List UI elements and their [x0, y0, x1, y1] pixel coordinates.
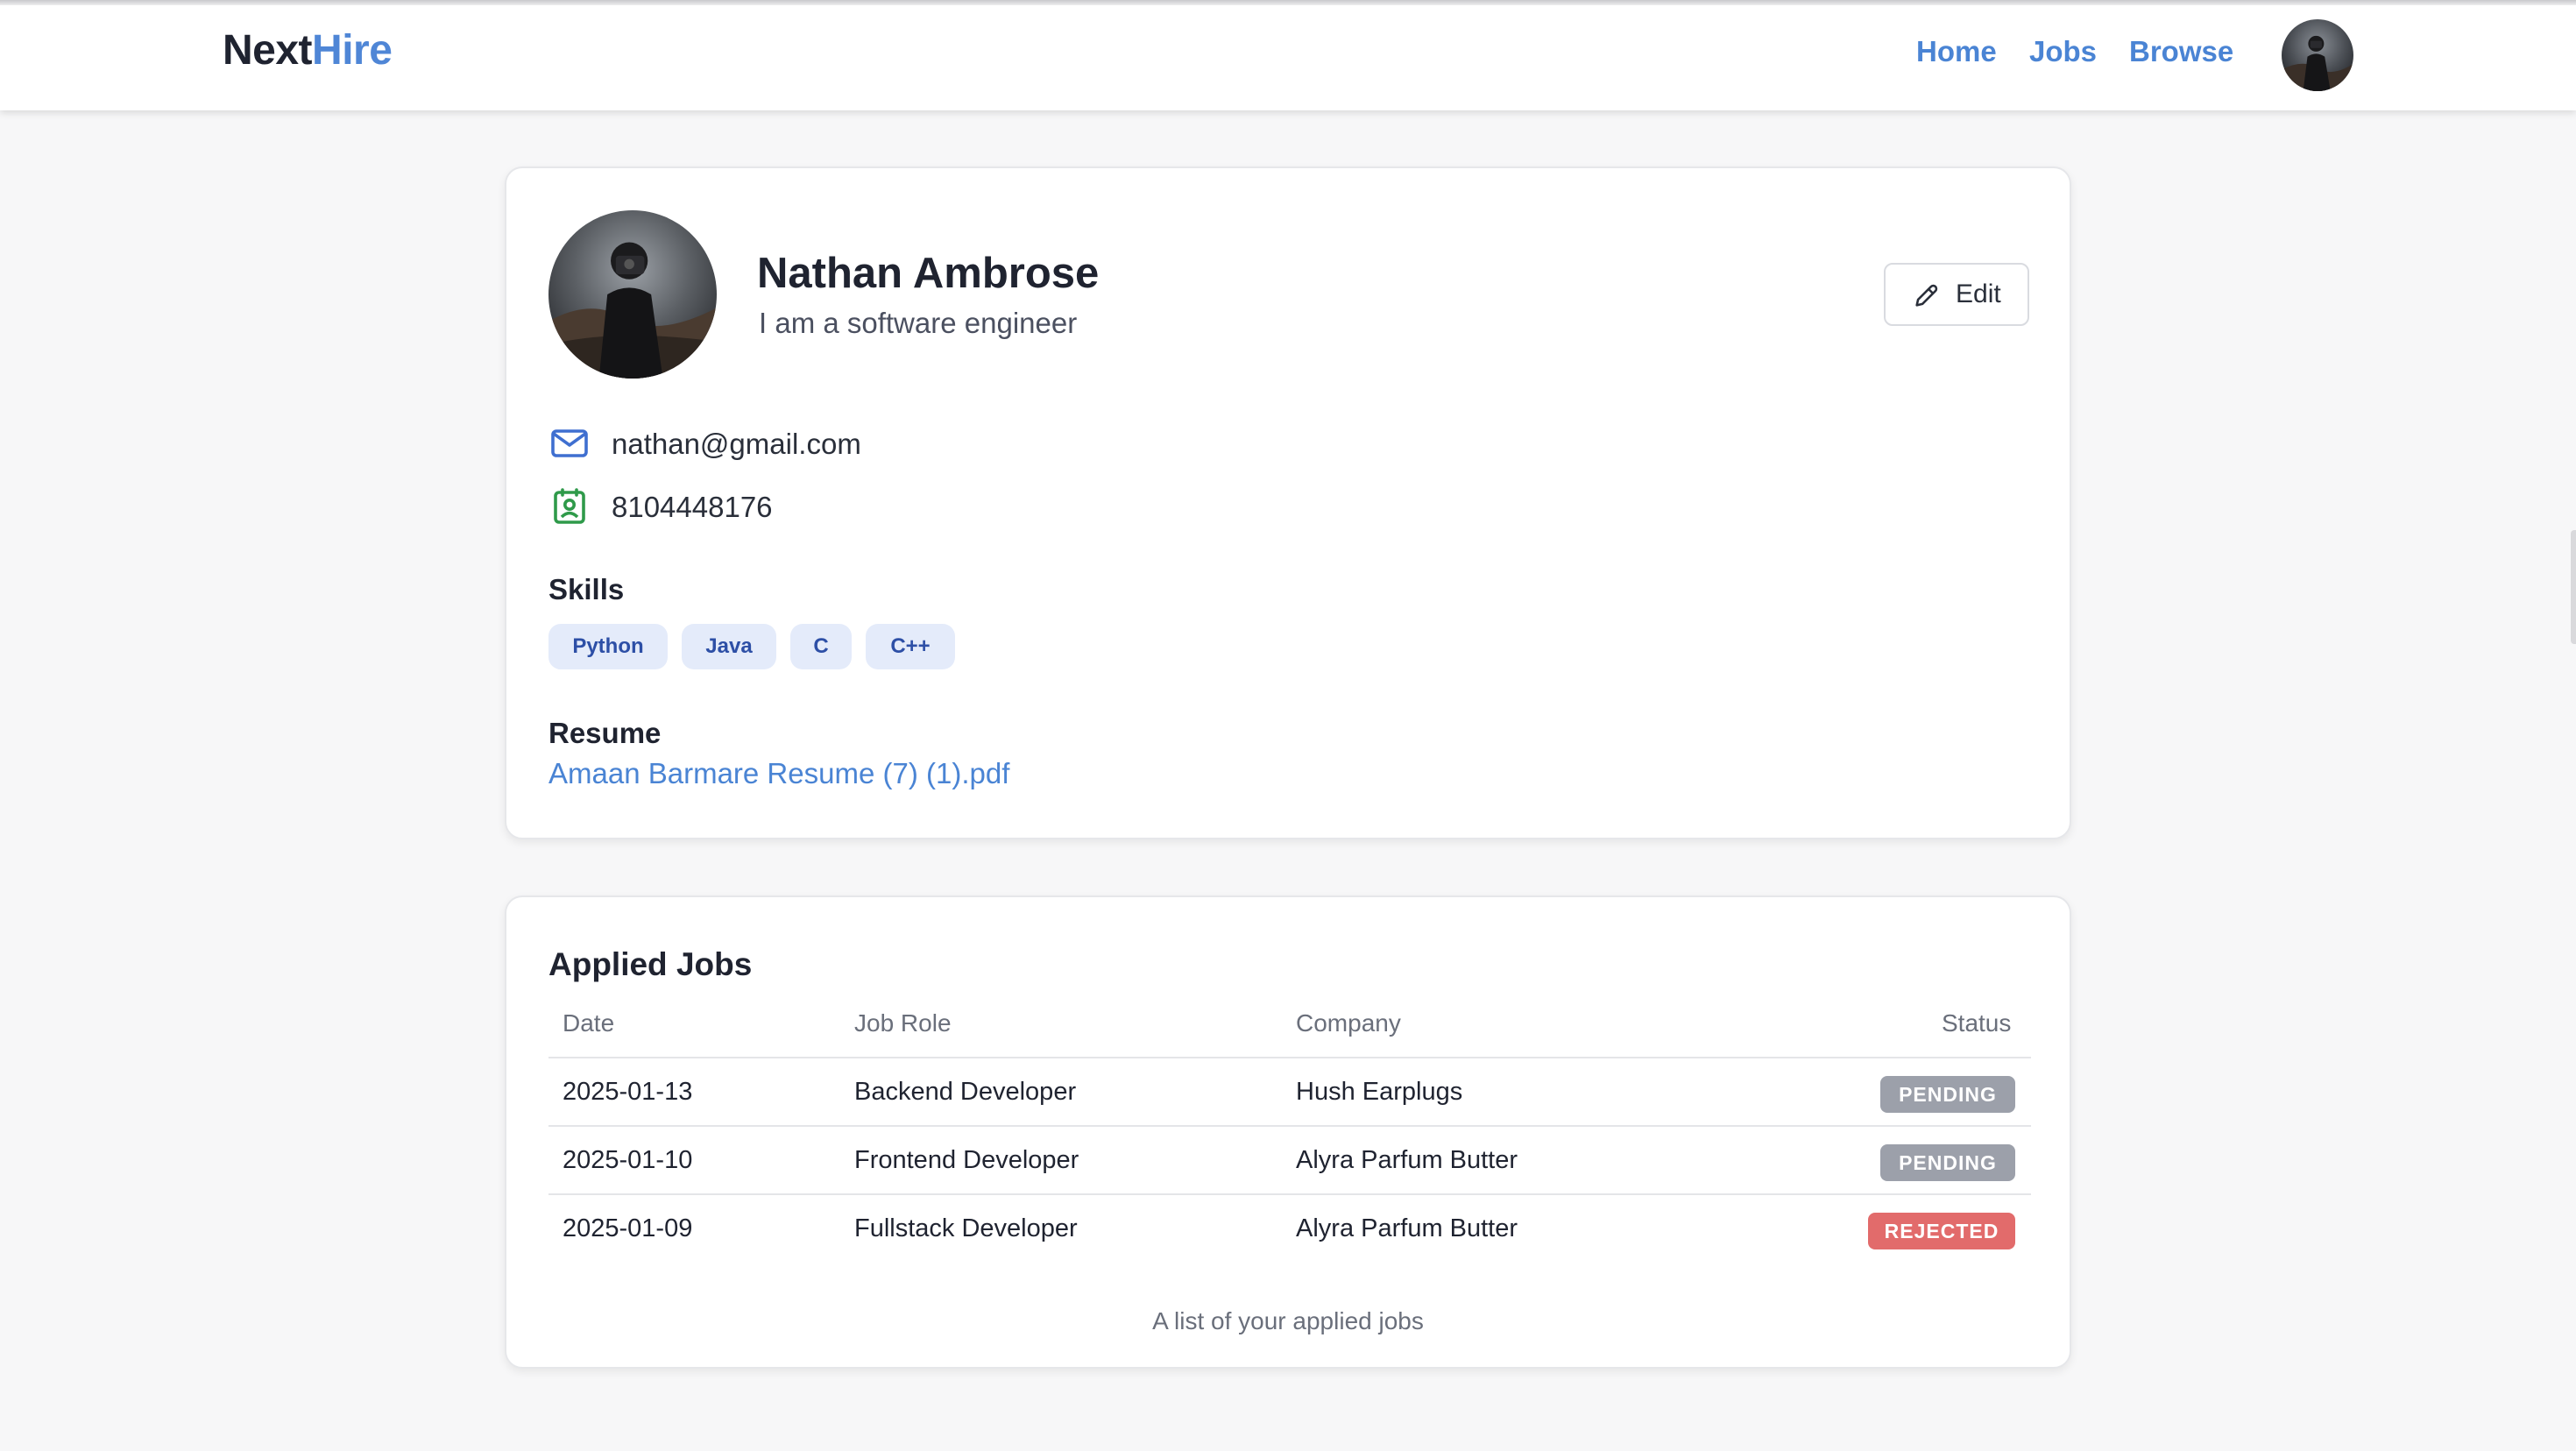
cell-date: 2025-01-10 [563, 1146, 693, 1174]
user-avatar-button[interactable] [2282, 19, 2353, 91]
cell-company: Alyra Parfum Butter [1296, 1214, 1518, 1242]
contact-card-icon [554, 488, 585, 524]
avatar-photo [2282, 19, 2353, 91]
pencil-icon [1915, 284, 1938, 307]
skills-heading: Skills [548, 573, 625, 605]
cell-company: Hush Earplugs [1296, 1078, 1463, 1106]
skill-badge-c: C [790, 624, 852, 669]
cell-company: Alyra Parfum Butter [1296, 1146, 1518, 1174]
profile-photo [548, 210, 717, 379]
column-header-job-role: Job Role [854, 1009, 952, 1037]
applied-jobs-title: Applied Jobs [548, 946, 753, 982]
column-header-date: Date [563, 1009, 615, 1037]
nav-home[interactable]: Home [1916, 35, 1997, 68]
profile-bio: I am a software engineer [759, 307, 1078, 339]
cell-job-role: Fullstack Developer [854, 1214, 1078, 1242]
status-badge: REJECTED [1868, 1213, 2015, 1249]
logo[interactable]: NextHire [223, 26, 393, 74]
row-divider [548, 1193, 2031, 1195]
logo-part-hire: Hire [312, 27, 393, 74]
profile-avatar [548, 210, 717, 379]
status-badge: PENDING [1880, 1076, 2015, 1113]
status-badge: PENDING [1880, 1144, 2015, 1181]
mail-icon [551, 429, 588, 457]
table-caption: A list of your applied jobs [1152, 1307, 1424, 1334]
top-navbar: NextHire Home Jobs Browse [0, 0, 2576, 110]
nav-jobs[interactable]: Jobs [2029, 35, 2097, 68]
column-header-status: Status [1942, 1009, 2012, 1037]
skill-badge-cpp: C++ [866, 624, 955, 669]
phone-text: 8104448176 [612, 491, 773, 523]
top-edge [0, 0, 2576, 5]
cell-job-role: Frontend Developer [854, 1146, 1079, 1174]
header-divider [548, 1057, 2031, 1058]
applied-jobs-card: Applied Jobs Date Job Role Company Statu… [505, 895, 2071, 1369]
resume-link[interactable]: Amaan Barmare Resume (7) (1).pdf [548, 757, 1009, 790]
email-text: nathan@gmail.com [612, 428, 861, 460]
profile-card: Nathan Ambrose I am a software engineer … [505, 166, 2071, 839]
cell-date: 2025-01-13 [563, 1078, 693, 1106]
resume-heading: Resume [548, 717, 662, 749]
side-handle[interactable] [2571, 530, 2576, 644]
edit-label: Edit [1956, 280, 2001, 308]
row-divider [548, 1125, 2031, 1127]
profile-name: Nathan Ambrose [757, 250, 1100, 297]
edit-profile-button[interactable]: Edit [1884, 263, 2029, 326]
nav-browse[interactable]: Browse [2129, 35, 2233, 68]
column-header-company: Company [1296, 1009, 1401, 1037]
logo-part-next: Next [223, 27, 313, 74]
skill-badge-python: Python [548, 624, 668, 669]
skill-badge-java: Java [682, 624, 776, 669]
cell-job-role: Backend Developer [854, 1078, 1077, 1106]
cell-date: 2025-01-09 [563, 1214, 693, 1242]
